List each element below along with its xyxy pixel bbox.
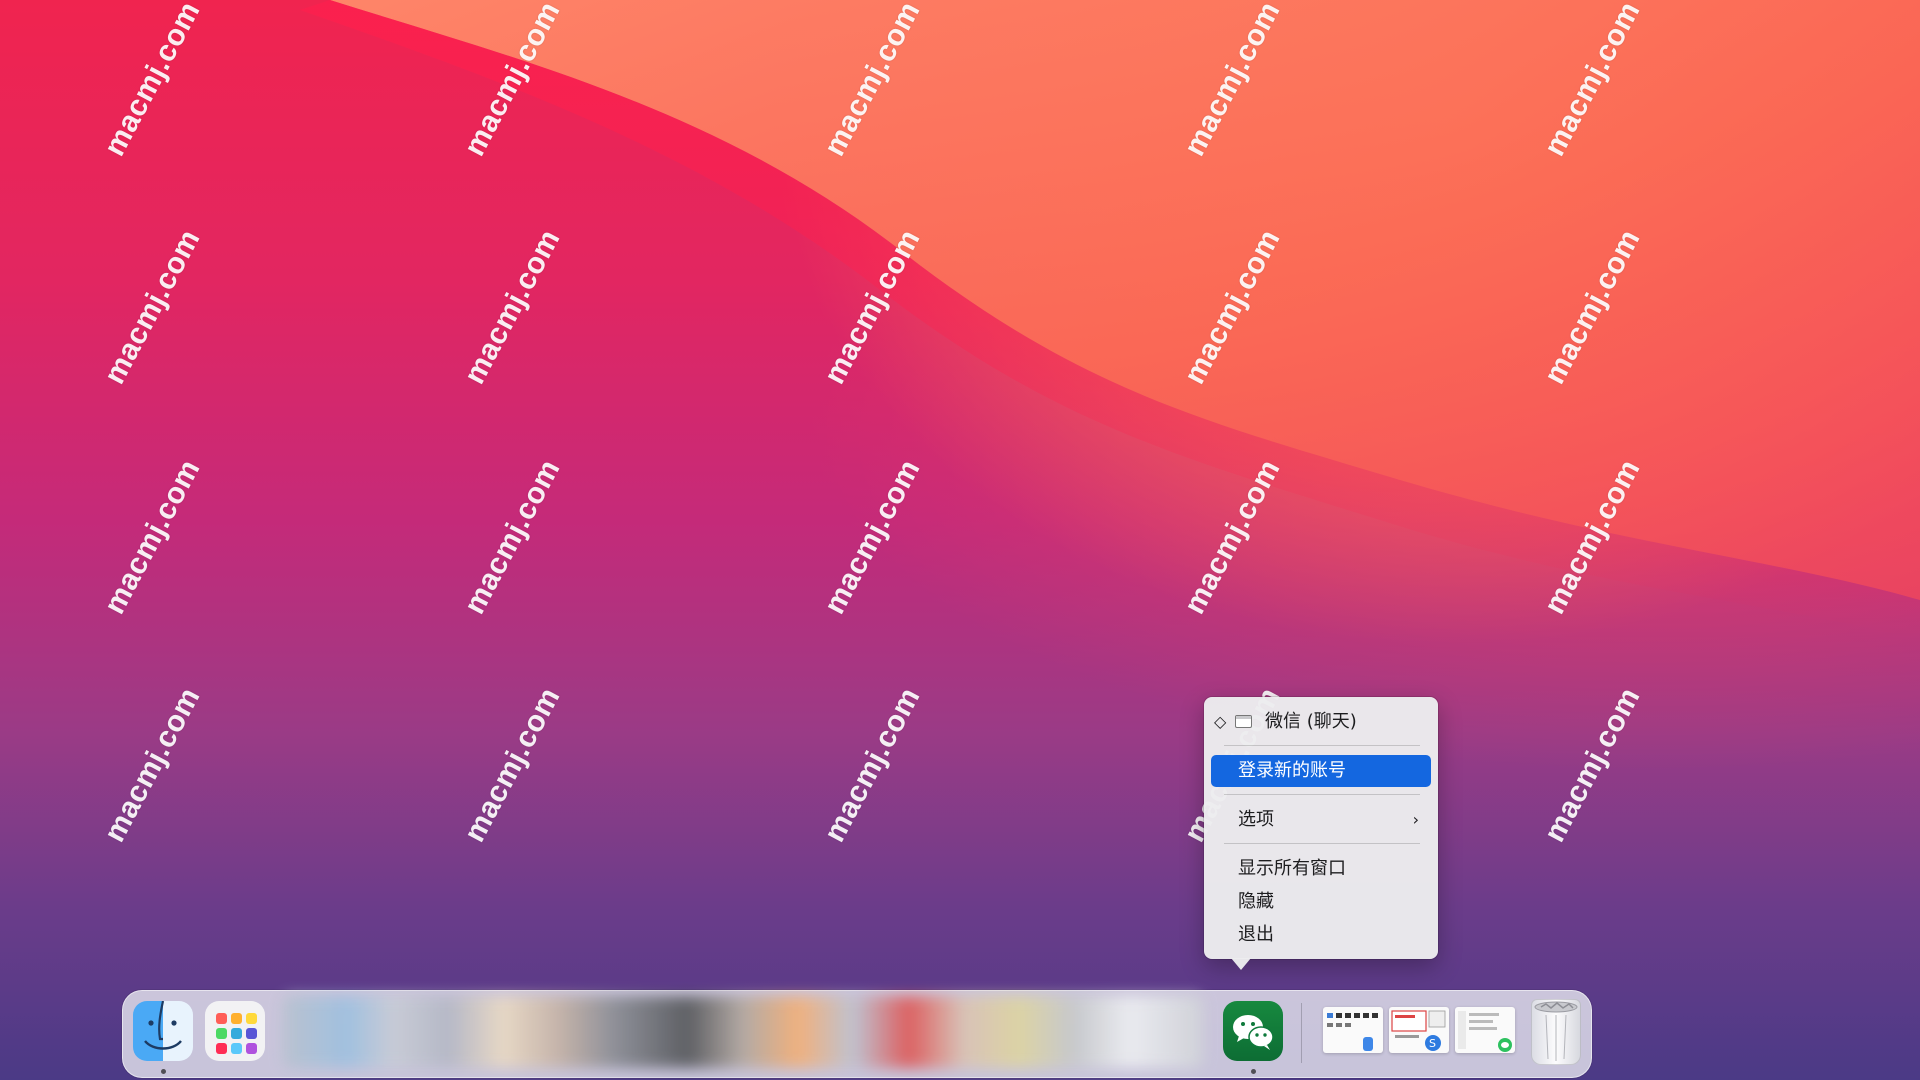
window-thumbnail-1[interactable] xyxy=(1323,1007,1383,1053)
running-indicator xyxy=(161,1069,166,1074)
wechat-bubbles xyxy=(1233,1015,1274,1050)
menu-separator xyxy=(1224,745,1420,746)
menu-item-window-wechat-chat[interactable]: ◇ 微信 (聊天) xyxy=(1211,706,1431,738)
trash-icon[interactable] xyxy=(1531,999,1581,1065)
launchpad-icon[interactable] xyxy=(205,1001,265,1061)
finder-icon[interactable] xyxy=(133,1001,193,1061)
desktop: macmj.com macmj.com macmj.com macmj.com macm… xyxy=(0,0,1920,1080)
dock-context-menu: ◇ 微信 (聊天) 登录新的账号 选项 › 显示所有窗口 隐藏 退出 xyxy=(1204,697,1438,959)
menu-item-quit[interactable]: 退出 xyxy=(1211,919,1431,951)
window-item-label: 微信 (聊天) xyxy=(1265,711,1357,732)
wallpaper-wave xyxy=(300,0,1920,640)
options-label: 选项 xyxy=(1238,809,1274,830)
menu-pointer xyxy=(1231,958,1251,970)
menu-item-login-new-account[interactable]: 登录新的账号 xyxy=(1211,755,1431,787)
menu-separator xyxy=(1224,843,1420,844)
menu-item-options[interactable]: 选项 › xyxy=(1211,804,1431,836)
window-thumbnail-2[interactable]: S xyxy=(1389,1007,1449,1053)
menu-item-show-all-windows[interactable]: 显示所有窗口 xyxy=(1211,853,1431,885)
window-marker-icon: ◇ xyxy=(1214,712,1227,731)
window-thumbnail-3[interactable] xyxy=(1455,1007,1515,1053)
dock-separator xyxy=(1301,1003,1302,1063)
finder-face xyxy=(144,1001,182,1050)
window-icon xyxy=(1235,715,1252,728)
menu-item-hide[interactable]: 隐藏 xyxy=(1211,886,1431,918)
svg-text:S: S xyxy=(1429,1037,1436,1050)
chevron-right-icon: › xyxy=(1412,810,1419,829)
menu-separator xyxy=(1224,794,1420,795)
pixelated-apps xyxy=(283,996,1203,1068)
wechat-icon[interactable] xyxy=(1223,1001,1283,1061)
running-indicator xyxy=(1251,1069,1256,1074)
dock: S xyxy=(122,990,1592,1078)
